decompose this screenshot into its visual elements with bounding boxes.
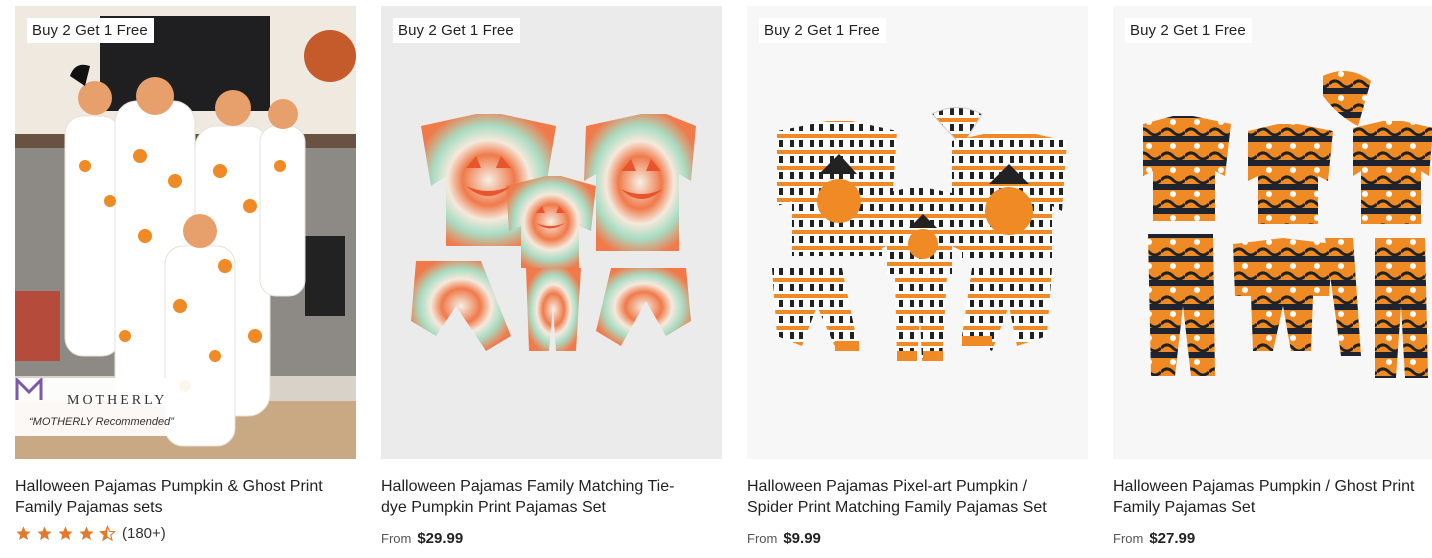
- from-label: From: [1113, 531, 1144, 546]
- motherly-quote: “MOTHERLY Recommended”: [29, 416, 174, 428]
- promo-badge: Buy 2 Get 1 Free: [393, 18, 520, 43]
- motherly-endorsement: MOTHERLY “MOTHERLY Recommended”: [15, 378, 193, 436]
- product-image[interactable]: Buy 2 Get 1 Free: [1113, 6, 1432, 459]
- product-image[interactable]: Buy 2 Get 1 Free: [747, 6, 1088, 459]
- pixel-pumpkin-pajamas-illustration: [772, 107, 1067, 361]
- product-card[interactable]: Buy 2 Get 1 Free MOTHERLY “MOTHERLY Reco…: [15, 6, 356, 544]
- product-image[interactable]: Buy 2 Get 1 Free MOTHERLY “MOTHERLY Reco…: [15, 6, 356, 459]
- price-row: From $27.99: [1113, 530, 1432, 547]
- product-card[interactable]: Buy 2 Get 1 Free Halloween Pajamas Pixel…: [747, 6, 1088, 547]
- product-title[interactable]: Halloween Pajamas Pixel-art Pumpkin / Sp…: [747, 476, 1088, 518]
- review-count: (180+): [122, 524, 166, 542]
- pumpkin-ghost-pajamas-illustration: [1143, 71, 1432, 378]
- product-title[interactable]: Halloween Pajamas Family Matching Tie- d…: [381, 476, 722, 518]
- star-full-icon: [16, 525, 31, 540]
- price-row: From $9.99: [747, 530, 1088, 547]
- star-full-icon: [79, 525, 94, 540]
- star-half-icon: [99, 524, 116, 541]
- motherly-brand: MOTHERLY: [67, 393, 168, 408]
- from-label: From: [747, 531, 778, 546]
- rating-stars: [15, 524, 120, 542]
- product-title[interactable]: Halloween Pajamas Pumpkin / Ghost Print …: [1113, 476, 1432, 518]
- product-rating: (180+): [15, 522, 356, 544]
- star-full-icon: [58, 525, 73, 540]
- product-card[interactable]: Buy 2 Get 1 Free Halloween Pajamas Pumpk…: [1113, 6, 1432, 547]
- product-title[interactable]: Halloween Pajamas Pumpkin & Ghost Print …: [15, 476, 356, 518]
- product-price: $29.99: [417, 530, 464, 547]
- promo-badge: Buy 2 Get 1 Free: [27, 18, 154, 43]
- product-card[interactable]: Buy 2 Get 1 Free Halloween Pajamas Famil…: [381, 6, 722, 547]
- promo-badge: Buy 2 Get 1 Free: [759, 18, 886, 43]
- product-price: $27.99: [1149, 530, 1196, 547]
- motherly-logo-icon: [15, 378, 43, 400]
- product-grid: Buy 2 Get 1 Free MOTHERLY “MOTHERLY Reco…: [0, 0, 1432, 558]
- promo-badge: Buy 2 Get 1 Free: [1125, 18, 1252, 43]
- from-label: From: [381, 531, 412, 546]
- price-row: From $29.99: [381, 530, 722, 547]
- tiedye-pajamas-illustration: [411, 114, 696, 351]
- star-full-icon: [37, 525, 52, 540]
- product-image[interactable]: Buy 2 Get 1 Free: [381, 6, 722, 459]
- product-price: $9.99: [783, 530, 821, 547]
